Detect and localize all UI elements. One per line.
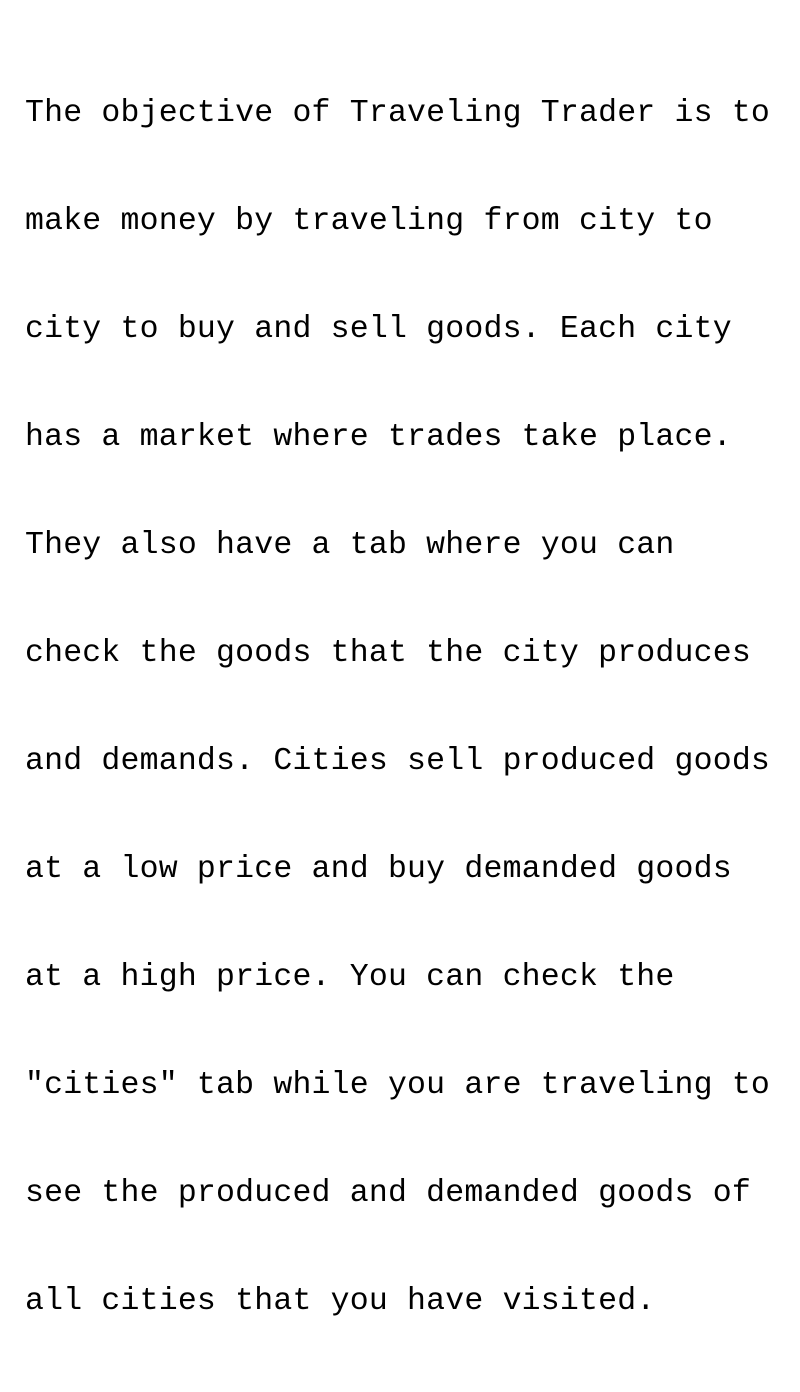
instructions-line: all cities that you have visited. (25, 1284, 656, 1319)
help-screen: The objective of Traveling Trader is to … (0, 0, 800, 1319)
instructions-line: see the produced and demanded goods of (25, 1176, 751, 1211)
instructions-line: The objective of Traveling Trader is to (25, 96, 771, 131)
instructions-line: They also have a tab where you can (25, 528, 675, 563)
instructions-line: at a high price. You can check the (25, 960, 675, 995)
instructions-line: "cities" tab while you are traveling to (25, 1068, 771, 1103)
instructions-line: city to buy and sell goods. Each city (25, 312, 732, 347)
instructions-line: and demands. Cities sell produced goods (25, 744, 771, 779)
instructions-line: make money by traveling from city to (25, 204, 713, 239)
instructions-text: The objective of Traveling Trader is to … (25, 24, 795, 1392)
instructions-line: at a low price and buy demanded goods (25, 852, 732, 887)
instructions-line: check the goods that the city produces (25, 636, 751, 671)
instructions-line: has a market where trades take place. (25, 420, 732, 455)
